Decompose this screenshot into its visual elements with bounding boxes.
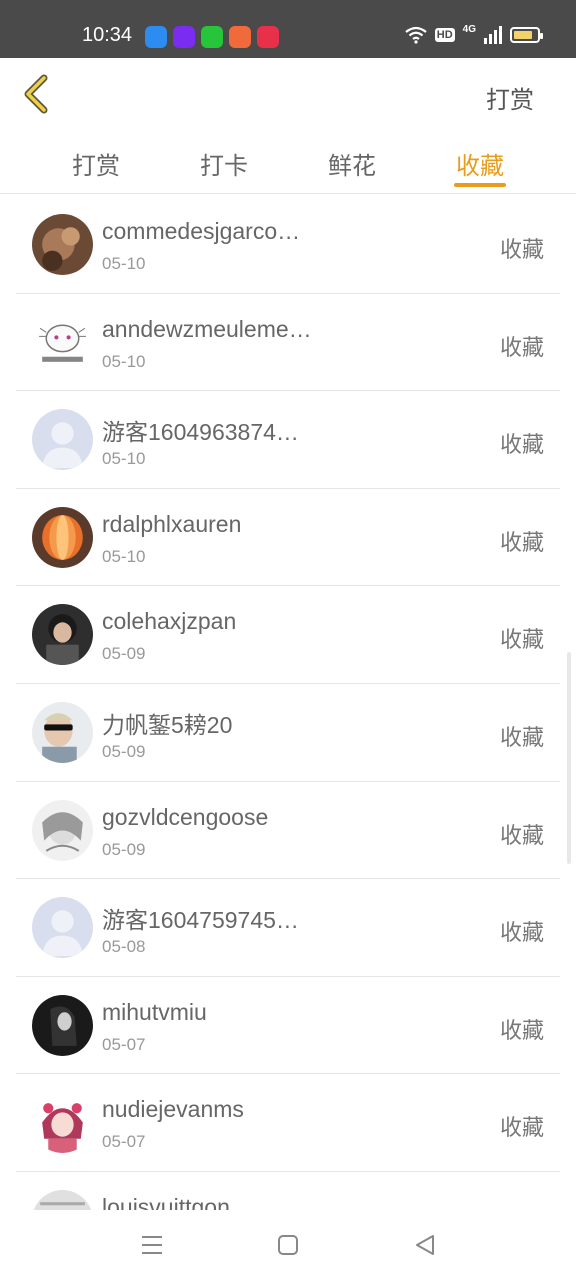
record-date: 05-08 [102,937,146,957]
menu-button[interactable] [139,1232,165,1258]
scrollbar[interactable] [567,652,571,864]
record-action: 收藏 [499,1115,544,1141]
sketch-avatar[interactable] [32,799,93,861]
status-app-icons [145,26,279,48]
record-date: 05-10 [102,254,146,273]
status-bar: 10:34 HD 4G [0,0,576,58]
record-date: 05-10 [102,351,146,371]
child-photo-avatar[interactable] [32,604,93,666]
record-action: 收藏 [499,1017,544,1043]
record-action: 收藏 [499,334,544,360]
home-square-icon [278,1235,298,1255]
default-avatar[interactable] [32,409,93,471]
user-name: commedesjgarco… [102,218,301,244]
list-item[interactable]: louisvuittgon 收藏 [16,1172,560,1210]
user-name: colehaxjzpan [102,608,237,635]
dark-photo-avatar[interactable] [32,994,93,1056]
tab-reward[interactable]: 打赏 [56,146,136,181]
system-navbar [0,1210,576,1280]
record-action: 收藏 [499,237,544,262]
shop-icon [257,26,279,48]
text-avatar[interactable] [32,1189,93,1210]
home-button[interactable] [275,1232,301,1258]
battery-level [514,31,532,39]
tab-checkin[interactable]: 打卡 [184,146,264,181]
photo-avatar[interactable] [32,214,93,275]
cartoon-cat-avatar[interactable] [32,311,93,373]
list-item[interactable]: commedesjgarco… 05-10 收藏 [16,196,560,294]
record-date: 05-07 [102,1132,146,1152]
user-name: louisvuittgon [102,1193,230,1210]
system-back-button[interactable] [412,1232,438,1258]
record-action: 收藏 [499,432,544,458]
list-item[interactable]: rdalphlxauren 05-10 收藏 [16,489,560,587]
user-name: nudiejevanms [102,1096,244,1123]
anime-girl-avatar[interactable] [32,1092,93,1154]
user-name: mihutvmiu [102,998,207,1025]
signal-icon [484,26,502,44]
header: 打赏 [0,58,576,130]
user-name: 游客1604963874… [102,419,299,446]
default-avatar[interactable] [32,897,93,959]
list-item[interactable]: nudiejevanms 05-07 收藏 [16,1074,560,1172]
chevron-left-icon [24,74,48,114]
record-date: 05-10 [102,546,146,566]
record-date: 05-10 [102,449,146,469]
record-action: 收藏 [499,822,544,848]
user-name: 力帆錾5耪20 [102,711,233,738]
iqiyi-icon [201,26,223,48]
status-time: 10:34 [82,24,133,46]
list-item[interactable]: 游客1604963874… 05-10 收藏 [16,391,560,489]
back-button[interactable] [20,72,60,116]
header-reward-button[interactable]: 打赏 [486,80,534,115]
tab-flowers[interactable]: 鲜花 [312,146,392,181]
record-date: 05-09 [102,644,146,664]
sunglasses-avatar[interactable] [32,701,93,763]
user-name: 游客1604759745… [102,907,299,934]
user-name: rdalphlxauren [102,510,242,537]
menu-icon [142,1236,162,1254]
record-action: 收藏 [499,724,544,750]
video-icon [173,26,195,48]
user-name: anndewzmeuleme… [102,315,312,342]
record-date: 05-09 [102,741,146,761]
list-item[interactable]: colehaxjzpan 05-09 收藏 [16,586,560,684]
list-item[interactable]: anndewzmeuleme… 05-10 收藏 [16,294,560,392]
favorites-list[interactable]: commedesjgarco… 05-10 收藏 anndewzmeuleme…… [16,196,560,1210]
wifi-icon [405,26,427,44]
record-action: 收藏 [499,920,544,946]
tab-favorites[interactable]: 收藏 [440,146,520,181]
lantern-avatar[interactable] [32,506,93,568]
hd-badge: HD [434,28,455,42]
record-date: 05-07 [102,1034,146,1054]
user-name: gozvldcengoose [102,803,269,830]
back-triangle-icon [416,1235,434,1255]
network-type: 4G [462,23,476,35]
tab-bar: 打赏 打卡 鲜花 收藏 [0,130,576,194]
record-action: 收藏 [499,529,544,555]
active-tab-indicator [454,183,506,187]
record-date: 05-09 [102,839,146,859]
list-item[interactable]: 力帆錾5耪20 05-09 收藏 [16,684,560,782]
record-action: 收藏 [499,627,544,653]
battery-icon [510,27,543,43]
list-item[interactable]: mihutvmiu 05-07 收藏 [16,977,560,1075]
browser-icon [145,26,167,48]
app-icon [229,26,251,48]
list-item[interactable]: gozvldcengoose 05-09 收藏 [16,782,560,880]
status-indicators: HD 4G [405,23,543,44]
list-item[interactable]: 游客1604759745… 05-08 收藏 [16,879,560,977]
